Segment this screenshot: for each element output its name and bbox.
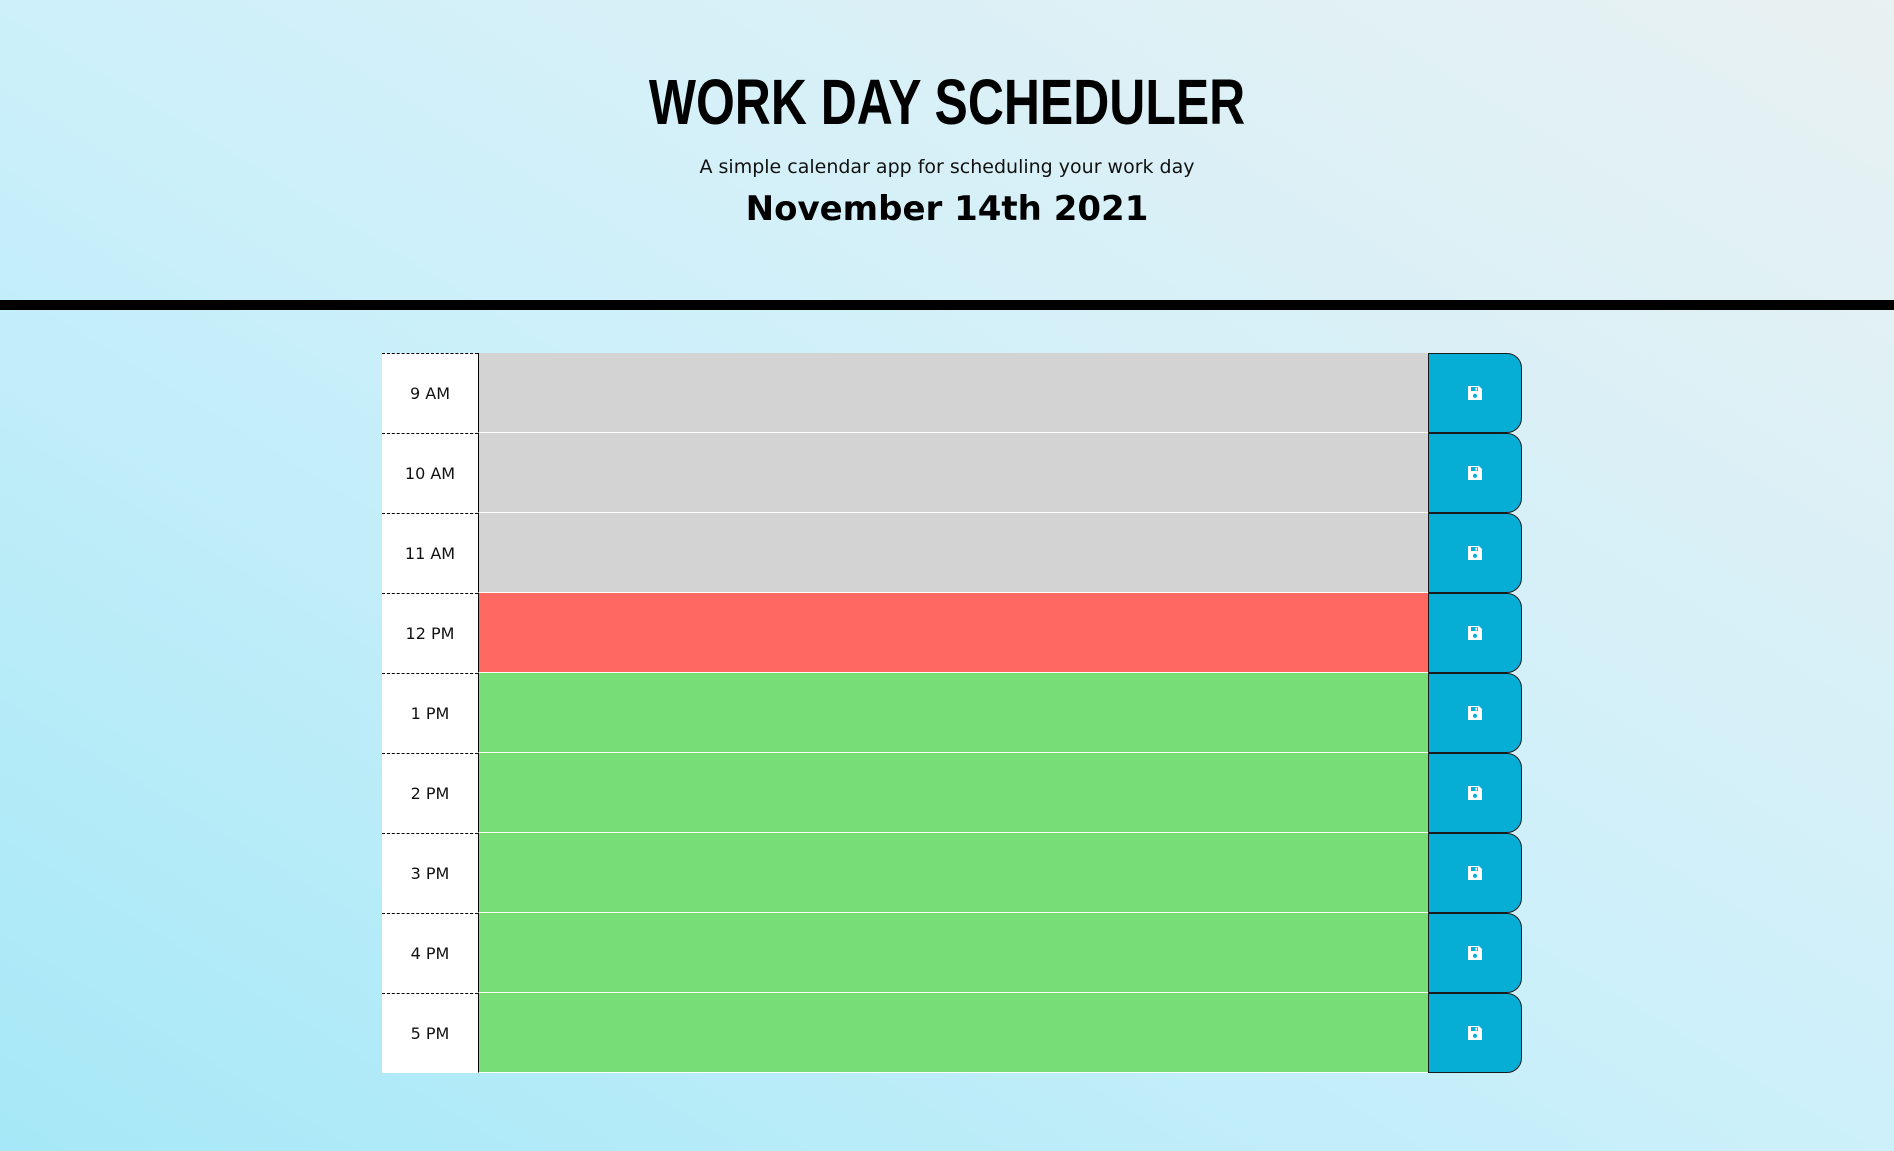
hour-label: 10 AM <box>382 433 478 513</box>
floppy-disk-icon <box>1468 786 1482 800</box>
event-description-input[interactable] <box>478 593 1428 673</box>
hour-label: 4 PM <box>382 913 478 993</box>
time-block-row: 1 PM <box>382 673 1522 753</box>
floppy-disk-icon <box>1468 466 1482 480</box>
event-description-input[interactable] <box>478 673 1428 753</box>
time-block-row: 4 PM <box>382 913 1522 993</box>
event-description-input[interactable] <box>478 753 1428 833</box>
event-description-input[interactable] <box>478 353 1428 433</box>
hour-label: 9 AM <box>382 353 478 433</box>
hour-label: 12 PM <box>382 593 478 673</box>
page-title: WORK DAY SCHEDULER <box>648 66 1246 138</box>
save-button[interactable] <box>1428 513 1522 593</box>
save-button[interactable] <box>1428 833 1522 913</box>
time-block-row: 11 AM <box>382 513 1522 593</box>
floppy-disk-icon <box>1468 1026 1482 1040</box>
floppy-disk-icon <box>1468 946 1482 960</box>
hour-label: 5 PM <box>382 993 478 1073</box>
time-block-row: 2 PM <box>382 753 1522 833</box>
event-description-input[interactable] <box>478 433 1428 513</box>
schedule-container: 9 AM 10 AM 11 AM 12 PM 1 PM 2 PM 3 PM 4 … <box>382 353 1522 1073</box>
save-button[interactable] <box>1428 673 1522 753</box>
save-button[interactable] <box>1428 993 1522 1073</box>
time-block-row: 12 PM <box>382 593 1522 673</box>
floppy-disk-icon <box>1468 546 1482 560</box>
save-button[interactable] <box>1428 913 1522 993</box>
floppy-disk-icon <box>1468 866 1482 880</box>
event-description-input[interactable] <box>478 833 1428 913</box>
floppy-disk-icon <box>1468 706 1482 720</box>
event-description-input[interactable] <box>478 513 1428 593</box>
event-description-input[interactable] <box>478 913 1428 993</box>
time-block-row: 9 AM <box>382 353 1522 433</box>
save-button[interactable] <box>1428 753 1522 833</box>
time-block-row: 5 PM <box>382 993 1522 1073</box>
current-date: November 14th 2021 <box>745 189 1149 229</box>
hour-label: 11 AM <box>382 513 478 593</box>
hour-label: 2 PM <box>382 753 478 833</box>
save-button[interactable] <box>1428 433 1522 513</box>
hour-label: 1 PM <box>382 673 478 753</box>
event-description-input[interactable] <box>478 993 1428 1073</box>
time-block-row: 10 AM <box>382 433 1522 513</box>
header: WORK DAY SCHEDULER A simple calendar app… <box>0 0 1894 310</box>
hour-label: 3 PM <box>382 833 478 913</box>
save-button[interactable] <box>1428 353 1522 433</box>
floppy-disk-icon <box>1468 626 1482 640</box>
save-button[interactable] <box>1428 593 1522 673</box>
floppy-disk-icon <box>1468 386 1482 400</box>
time-block-row: 3 PM <box>382 833 1522 913</box>
page-subtitle: A simple calendar app for scheduling you… <box>699 156 1195 178</box>
